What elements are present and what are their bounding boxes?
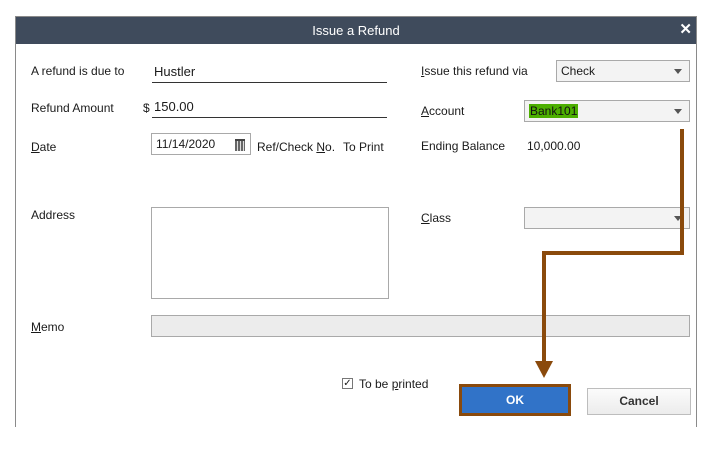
refund-amount-label: Refund Amount [31,101,114,115]
address-textarea[interactable] [151,207,389,299]
chevron-down-icon [674,69,682,74]
calendar-icon[interactable] [235,139,245,151]
to-be-printed-label: To be printed [359,377,429,391]
account-select[interactable]: Bank101 [524,100,690,122]
issue-via-select[interactable]: Check [556,60,690,82]
currency-symbol: $ [143,101,150,115]
check-icon: ✓ [343,378,352,389]
chevron-down-icon [674,216,682,221]
window-title: Issue a Refund [312,23,400,38]
close-icon[interactable]: ✕ [679,20,692,38]
account-label: Account [421,104,465,118]
memo-field[interactable] [151,315,690,337]
address-label: Address [31,208,76,222]
memo-label: Memo [31,320,65,334]
title-bar: Issue a Refund ✕ [16,17,696,44]
ending-balance-label: Ending Balance [421,139,506,153]
due-to-field[interactable]: Hustler [152,64,387,83]
date-value: 11/14/2020 [156,137,216,151]
to-be-printed-checkbox[interactable]: ✓ [342,378,353,389]
refund-amount-field[interactable]: 150.00 [152,99,387,118]
cancel-button[interactable]: Cancel [587,388,691,415]
due-to-value: Hustler [154,64,196,79]
account-value: Bank101 [529,104,579,118]
issue-via-value: Check [561,64,596,78]
date-field[interactable]: 11/14/2020 [151,133,251,155]
ref-check-label: Ref/Check No. [257,140,336,154]
date-label: Date [31,140,57,154]
due-to-label: A refund is due to [31,64,125,78]
class-select[interactable] [524,207,690,229]
dialog-body: A refund is due to Hustler Refund Amount… [16,44,696,428]
ending-balance-value: 10,000.00 [527,139,581,153]
ok-button[interactable]: OK [459,384,571,416]
issue-refund-dialog: Issue a Refund ✕ A refund is due to Hust… [15,16,697,428]
ref-check-value[interactable]: To Print [343,140,384,154]
issue-via-label: Issue this refund via [421,64,528,78]
chevron-down-icon [674,109,682,114]
class-label: Class [421,211,452,225]
refund-amount-value: 150.00 [154,99,194,114]
